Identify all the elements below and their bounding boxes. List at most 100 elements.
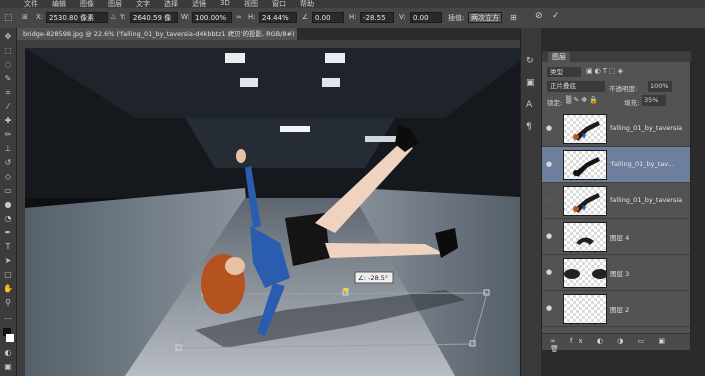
- visibility-eye-icon[interactable]: ●: [546, 124, 554, 132]
- height-field[interactable]: 24.44%: [259, 12, 297, 23]
- panel-dock-strip: ↻ ▣ A ¶: [520, 28, 541, 376]
- layer-row[interactable]: ● falling_01_by_taversia...: [542, 111, 690, 147]
- quick-mask-icon[interactable]: ◐: [3, 348, 13, 358]
- channels-panel-icon[interactable]: ¶: [526, 122, 532, 132]
- angle-field[interactable]: 0.00: [312, 12, 344, 23]
- eyedropper-tool-icon[interactable]: ⁄: [3, 102, 13, 112]
- marquee-tool-icon[interactable]: ⬚: [3, 46, 13, 56]
- v-skew-label: V:: [399, 13, 406, 21]
- y-field[interactable]: 2640.59 像: [130, 12, 178, 23]
- menu-bar: 文件 编辑 图像 图层 文字 选择 滤镜 3D 视图 窗口 帮助: [0, 0, 705, 8]
- y-label: Y:: [120, 13, 126, 21]
- quick-select-tool-icon[interactable]: ✎: [3, 74, 13, 84]
- layer-name: falling_01_by_taversia...: [610, 196, 682, 204]
- layer-footer-icons[interactable]: ∞ fx ◐ ◑ ▭ ▣ 🗑: [550, 337, 690, 353]
- v-skew-field[interactable]: 0.00: [410, 12, 442, 23]
- screen-mode-icon[interactable]: ▣: [3, 362, 13, 372]
- stamp-tool-icon[interactable]: ⊥: [3, 144, 13, 154]
- background-color-swatch[interactable]: [6, 334, 14, 342]
- cancel-transform-icon[interactable]: ⊘: [535, 11, 543, 21]
- layer-row[interactable]: ● 图层 4: [542, 219, 690, 255]
- healing-tool-icon[interactable]: ✚: [3, 116, 13, 126]
- pen-tool-icon[interactable]: ✒: [3, 228, 13, 238]
- more-tools-icon[interactable]: …: [3, 312, 13, 322]
- commit-transform-icon[interactable]: ✓: [552, 11, 560, 21]
- canvas-image: ∠: -28.5°: [25, 48, 537, 376]
- shape-tool-icon[interactable]: ▢: [3, 270, 13, 280]
- link-icon[interactable]: ∞: [236, 13, 242, 21]
- reference-point-icon[interactable]: ⊞: [22, 13, 28, 21]
- crop-tool-icon[interactable]: ⌗: [3, 88, 13, 98]
- h-skew-field[interactable]: -28.55: [360, 12, 394, 23]
- layer-thumbnail: [563, 150, 607, 180]
- layers-panel-header: 图层: [542, 51, 692, 62]
- menu-3d[interactable]: 3D: [220, 0, 230, 7]
- layers-tab[interactable]: 图层: [548, 52, 570, 62]
- dodge-tool-icon[interactable]: ◔: [3, 214, 13, 224]
- layer-thumbnail: [563, 294, 607, 324]
- path-select-tool-icon[interactable]: ➤: [3, 256, 13, 266]
- lock-icons[interactable]: ▒✎✥🔒: [566, 96, 600, 104]
- layer-row-selected[interactable]: ● 'falling_01_by_tav...: [542, 147, 690, 183]
- visibility-eye-icon[interactable]: ●: [546, 304, 554, 312]
- visibility-off-icon[interactable]: ○: [546, 196, 554, 204]
- layers-panel: 图层 类型 ▣◐T⬚◈ 正片叠底 不透明度: 100% 锁定: ▒✎✥🔒 填充:…: [541, 50, 692, 353]
- gradient-tool-icon[interactable]: ▭: [3, 186, 13, 196]
- w-label: W:: [181, 13, 190, 21]
- blur-tool-icon[interactable]: ●: [3, 200, 13, 210]
- layers-footer: ∞ fx ◐ ◑ ▭ ▣ 🗑: [542, 333, 690, 353]
- layer-thumbnail: [563, 258, 607, 288]
- relative-position-icon[interactable]: △: [111, 13, 116, 20]
- layer-row[interactable]: ● 图层 3: [542, 255, 690, 291]
- visibility-eye-icon[interactable]: ●: [546, 232, 554, 240]
- lock-label: 锁定:: [547, 99, 563, 107]
- lasso-tool-icon[interactable]: ◌: [3, 60, 13, 70]
- zoom-tool-icon[interactable]: ⚲: [3, 298, 13, 308]
- history-brush-icon[interactable]: ↺: [3, 158, 13, 168]
- layer-name: 图层 2: [610, 306, 630, 314]
- layer-name: 'falling_01_by_tav...: [610, 160, 674, 168]
- opacity-field[interactable]: 100%: [648, 81, 672, 92]
- layer-name: falling_01_by_taversia...: [610, 124, 682, 132]
- layer-name: 图层 3: [610, 270, 630, 278]
- opacity-label: 不透明度:: [609, 85, 638, 93]
- layer-thumbnail: [563, 186, 607, 216]
- rotate-icon: ∠: [302, 13, 309, 21]
- transform-tool-icon[interactable]: ⬚: [4, 13, 13, 23]
- brush-tool-icon[interactable]: ✏: [3, 130, 13, 140]
- layer-row[interactable]: ● 图层 2: [542, 291, 690, 327]
- layer-name: 图层 4: [610, 234, 630, 242]
- layer-filter-select[interactable]: 类型: [547, 67, 581, 77]
- warp-mode-icon[interactable]: ⊞: [510, 13, 517, 22]
- interpolation-select[interactable]: 两次立方: [468, 12, 502, 23]
- workspace-edge: [691, 28, 705, 376]
- x-field[interactable]: 2530.80 像素: [46, 12, 108, 23]
- interpolation-label: 插值:: [448, 14, 465, 22]
- h-label: H:: [248, 13, 256, 21]
- fill-field[interactable]: 35%: [642, 95, 666, 106]
- visibility-eye-icon[interactable]: ●: [546, 268, 554, 276]
- h-skew-label: H:: [349, 13, 357, 21]
- properties-panel-icon[interactable]: A: [526, 100, 532, 110]
- tools-panel: ✥ ⬚ ◌ ✎ ⌗ ⁄ ✚ ✏ ⊥ ↺ ◇ ▭ ● ◔ ✒ T ➤ ▢ ✋ ⚲ …: [0, 28, 17, 376]
- layer-thumbnail: [563, 114, 607, 144]
- eraser-tool-icon[interactable]: ◇: [3, 172, 13, 182]
- history-panel-icon[interactable]: ↻: [526, 56, 534, 66]
- blend-mode-select[interactable]: 正片叠底: [547, 81, 605, 92]
- x-label: X:: [36, 13, 44, 21]
- angle-readout: ∠: -28.5°: [358, 274, 388, 282]
- type-tool-icon[interactable]: T: [3, 242, 13, 252]
- layer-row[interactable]: ○ falling_01_by_taversia...: [542, 183, 690, 219]
- visibility-eye-icon[interactable]: ●: [546, 160, 554, 168]
- width-field[interactable]: 100.00%: [192, 12, 232, 23]
- document-tab[interactable]: bridge-828598.jpg @ 22.6% ('falling_01_b…: [17, 28, 297, 40]
- transform-options-bar: ⬚ ⊞ X: 2530.80 像素 △ Y: 2640.59 像 W: 100.…: [0, 8, 705, 29]
- hand-tool-icon[interactable]: ✋: [3, 284, 13, 294]
- move-tool-icon[interactable]: ✥: [3, 32, 13, 42]
- layer-filter-icons[interactable]: ▣◐T⬚◈: [586, 67, 625, 75]
- layer-thumbnail: [563, 222, 607, 252]
- document-canvas[interactable]: ∠: -28.5°: [25, 48, 537, 376]
- adjustments-panel-icon[interactable]: ▣: [526, 78, 535, 88]
- fill-label: 填充:: [624, 99, 640, 107]
- vertical-ruler: [17, 48, 25, 376]
